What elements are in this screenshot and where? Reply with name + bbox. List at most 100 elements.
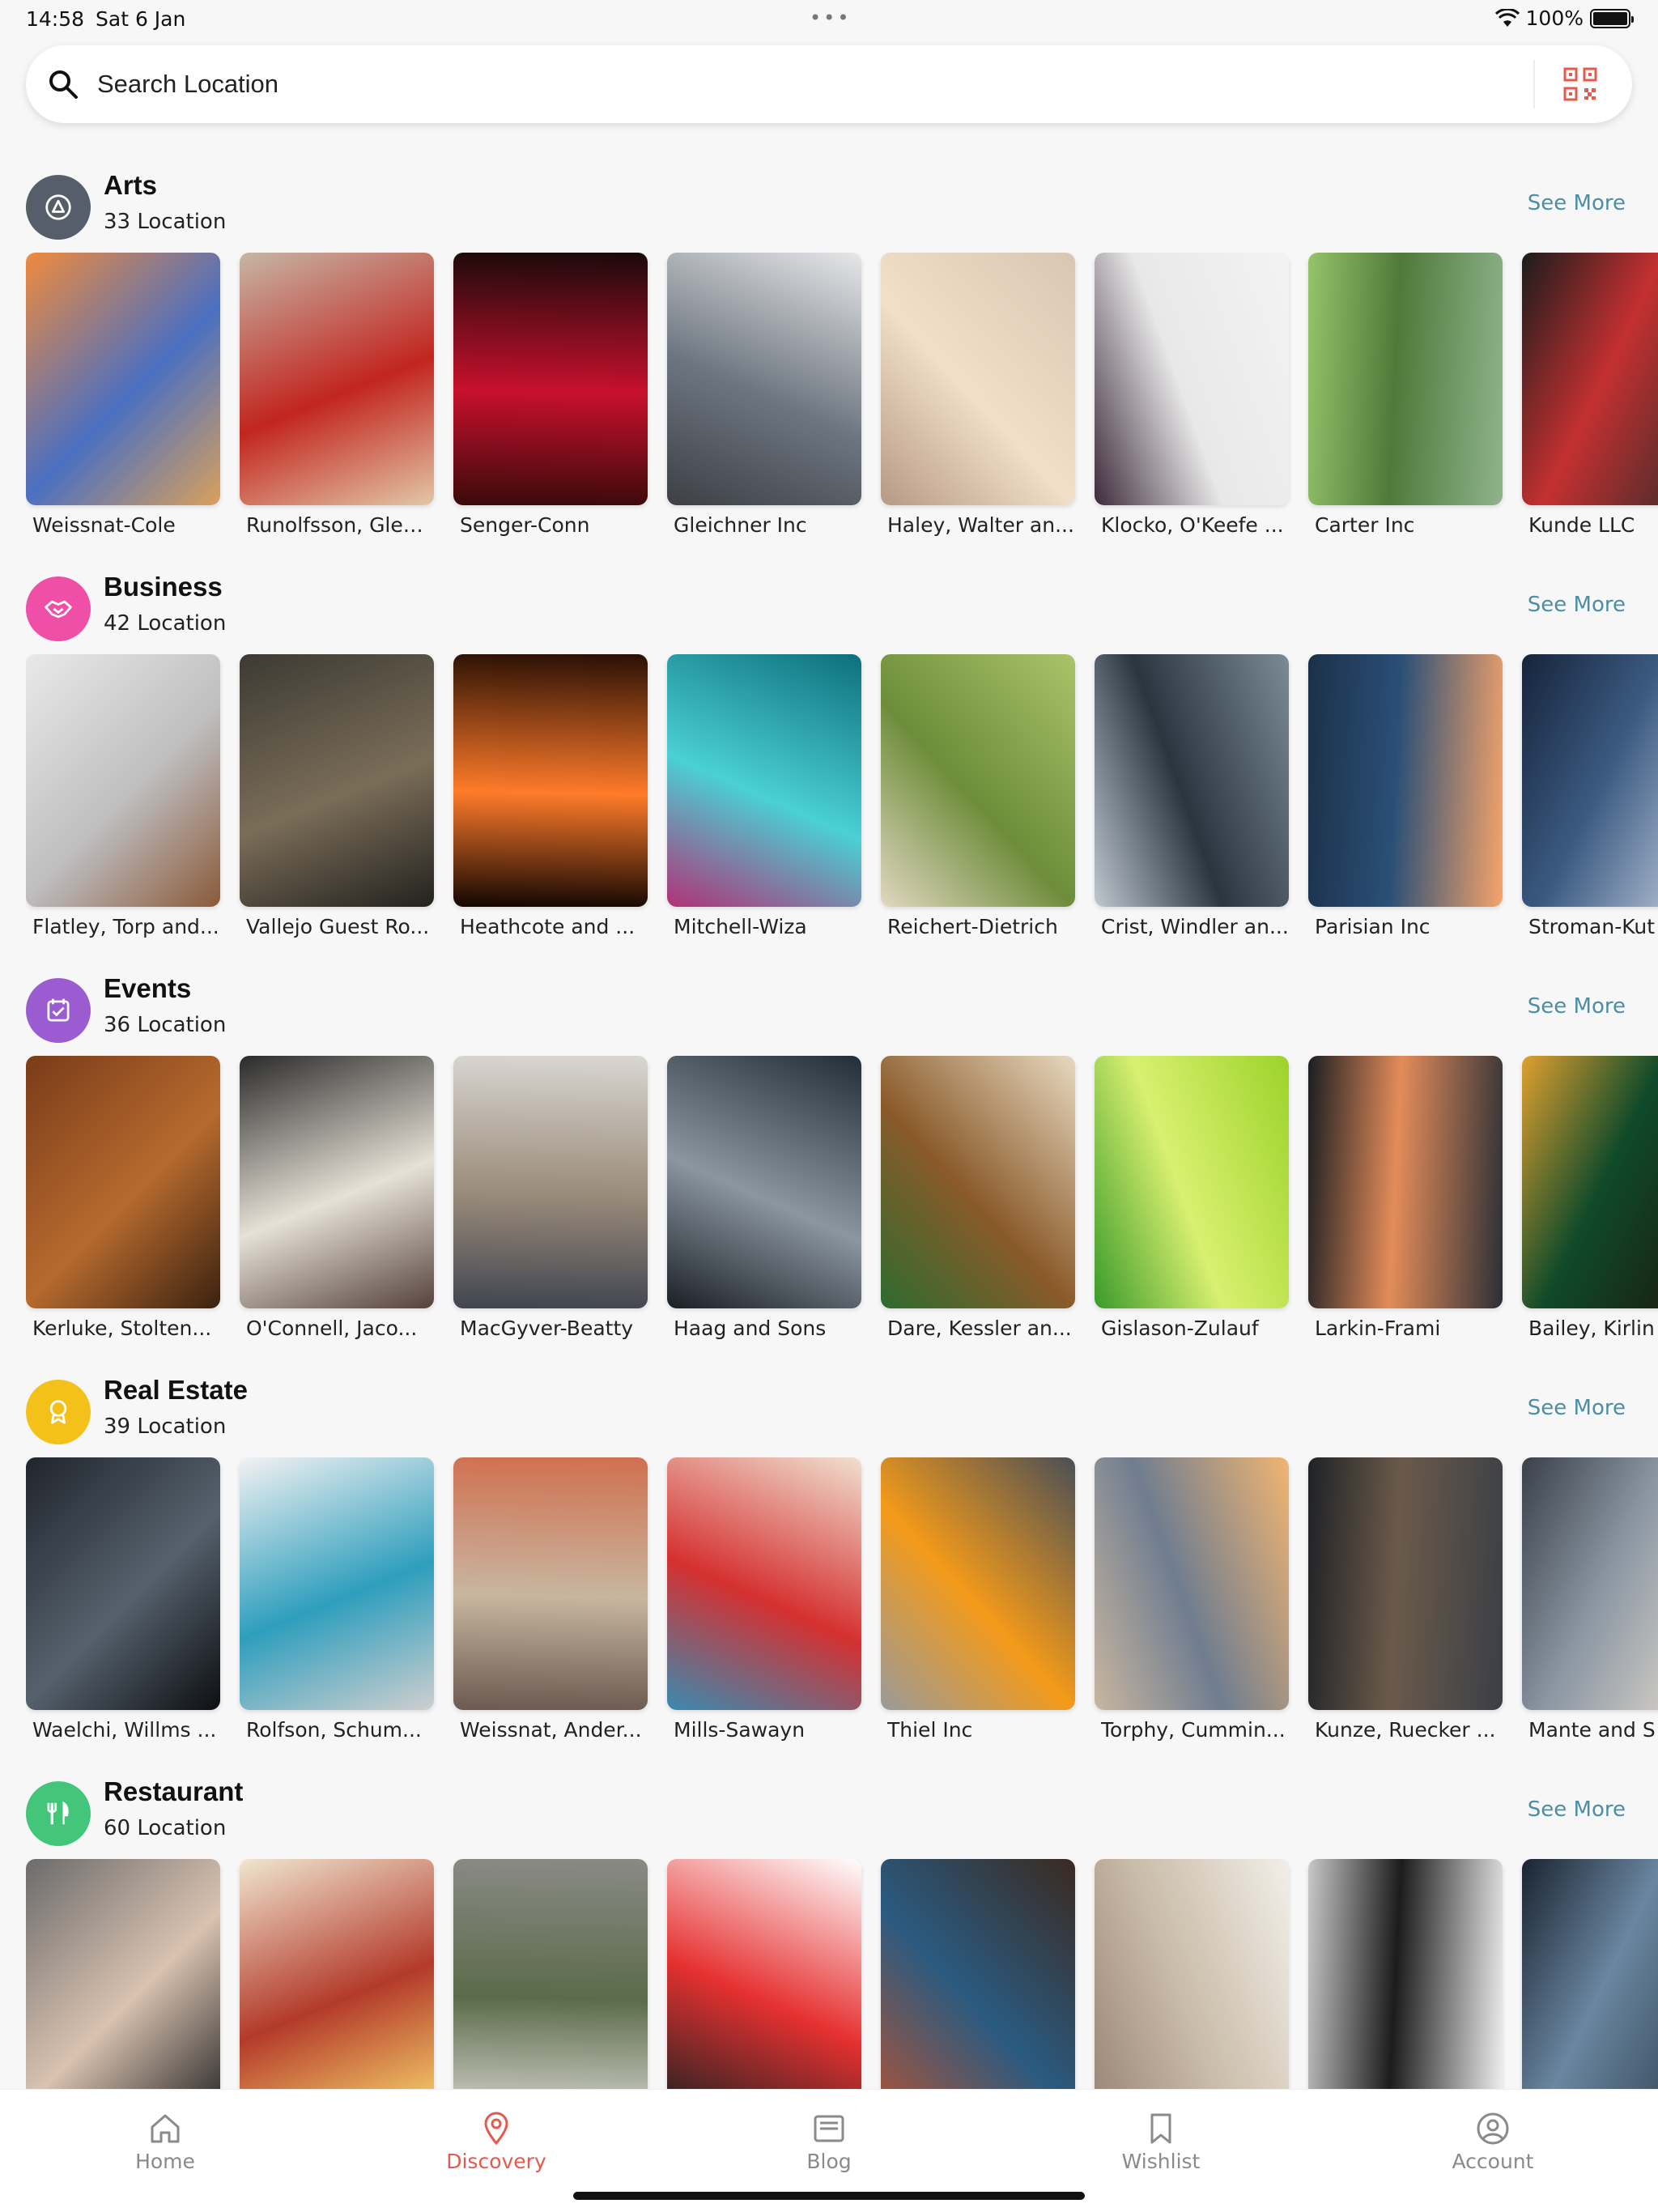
location-row: Waelchi, Willms ... Rolfson, Schum... Weis…	[26, 1457, 1658, 1749]
location-card[interactable]	[1308, 1859, 1503, 2120]
nav-account[interactable]: Account	[1412, 2111, 1574, 2173]
location-image[interactable]	[453, 1056, 648, 1308]
location-image[interactable]	[881, 1457, 1075, 1710]
location-card[interactable]: Gleichner Inc	[667, 253, 861, 537]
location-card[interactable]: Rolfson, Schum...	[240, 1457, 434, 1742]
location-card[interactable]: Haag and Sons	[667, 1056, 861, 1340]
location-card[interactable]: Dare, Kessler an...	[881, 1056, 1075, 1340]
location-card[interactable]: Reichert-Dietrich	[881, 654, 1075, 938]
location-name: Senger-Conn	[460, 513, 590, 537]
nav-wishlist[interactable]: Wishlist	[1080, 2111, 1242, 2173]
location-image[interactable]	[1095, 1457, 1289, 1710]
location-image[interactable]	[240, 253, 434, 505]
location-card[interactable]: Parisian Inc	[1308, 654, 1503, 938]
location-card[interactable]: Waelchi, Willms ...	[26, 1457, 220, 1742]
location-image[interactable]	[667, 253, 861, 505]
location-card[interactable]: Thiel Inc	[881, 1457, 1075, 1742]
arts-icon	[26, 175, 91, 240]
location-card[interactable]: Gislason-Zulauf	[1095, 1056, 1289, 1340]
location-image[interactable]	[1095, 654, 1289, 907]
location-card[interactable]	[1095, 1859, 1289, 2120]
location-image[interactable]	[1308, 1457, 1503, 1710]
location-image[interactable]	[1522, 654, 1658, 907]
location-image[interactable]	[1095, 1859, 1289, 2112]
location-image[interactable]	[667, 1457, 861, 1710]
location-card[interactable]: Heathcote and ...	[453, 654, 648, 938]
nav-blog[interactable]: Blog	[748, 2111, 910, 2173]
location-image[interactable]	[26, 1056, 220, 1308]
location-image[interactable]	[667, 654, 861, 907]
location-card[interactable]: Kunze, Ruecker ...	[1308, 1457, 1503, 1742]
location-card[interactable]: Senger-Conn	[453, 253, 648, 537]
see-more-link[interactable]: See More	[1528, 994, 1626, 1019]
location-card[interactable]	[26, 1859, 220, 2120]
location-card[interactable]: O'Connell, Jaco...	[240, 1056, 434, 1340]
location-image[interactable]	[1522, 1056, 1658, 1308]
see-more-link[interactable]: See More	[1528, 1797, 1626, 1822]
location-image[interactable]	[240, 1056, 434, 1308]
location-name: O'Connell, Jaco...	[246, 1317, 418, 1340]
location-image[interactable]	[881, 253, 1075, 505]
location-card[interactable]: Mante and S	[1522, 1457, 1658, 1742]
location-image[interactable]	[453, 1457, 648, 1710]
location-image[interactable]	[1095, 253, 1289, 505]
location-card[interactable]: Mitchell-Wiza	[667, 654, 861, 938]
location-card[interactable]: Crist, Windler an...	[1095, 654, 1289, 938]
see-more-link[interactable]: See More	[1528, 1396, 1626, 1420]
location-image[interactable]	[26, 1457, 220, 1710]
location-image[interactable]	[453, 654, 648, 907]
location-card[interactable]: Klocko, O'Keefe ...	[1095, 253, 1289, 537]
location-card[interactable]	[240, 1859, 434, 2120]
location-card[interactable]: Runolfsson, Glea...	[240, 253, 434, 537]
location-image[interactable]	[26, 253, 220, 505]
location-image[interactable]	[881, 1056, 1075, 1308]
location-image[interactable]	[1095, 1056, 1289, 1308]
location-card[interactable]	[1522, 1859, 1658, 2120]
location-image[interactable]	[240, 654, 434, 907]
location-card[interactable]: Bailey, Kirlin	[1522, 1056, 1658, 1340]
location-image[interactable]	[667, 1859, 861, 2112]
search-bar[interactable]	[26, 45, 1632, 123]
location-card[interactable]: MacGyver-Beatty	[453, 1056, 648, 1340]
location-card[interactable]: Torphy, Cummin...	[1095, 1457, 1289, 1742]
location-image[interactable]	[1308, 1056, 1503, 1308]
location-card[interactable]: Weissnat, Ander...	[453, 1457, 648, 1742]
location-image[interactable]	[1522, 253, 1658, 505]
location-card[interactable]: Weissnat-Cole	[26, 253, 220, 537]
location-card[interactable]: Flatley, Torp and...	[26, 654, 220, 938]
location-card[interactable]: Stroman-Kut	[1522, 654, 1658, 938]
location-card[interactable]: Vallejo Guest Ro...	[240, 654, 434, 938]
location-card[interactable]: Kerluke, Stolten...	[26, 1056, 220, 1340]
location-card[interactable]: Mills-Sawayn	[667, 1457, 861, 1742]
location-image[interactable]	[26, 654, 220, 907]
location-image[interactable]	[26, 1859, 220, 2112]
see-more-link[interactable]: See More	[1528, 191, 1626, 215]
location-card[interactable]	[453, 1859, 648, 2120]
nav-discovery[interactable]: Discovery	[415, 2111, 577, 2173]
location-image[interactable]	[1308, 253, 1503, 505]
location-image[interactable]	[881, 1859, 1075, 2112]
location-image[interactable]	[1522, 1457, 1658, 1710]
location-card[interactable]: Carter Inc	[1308, 253, 1503, 537]
nav-home[interactable]: Home	[84, 2111, 246, 2173]
see-more-link[interactable]: See More	[1528, 593, 1626, 617]
search-input[interactable]	[97, 63, 1538, 105]
location-image[interactable]	[240, 1859, 434, 2112]
location-card[interactable]: Larkin-Frami	[1308, 1056, 1503, 1340]
location-image[interactable]	[1522, 1859, 1658, 2112]
location-name: Torphy, Cummin...	[1101, 1718, 1286, 1742]
location-card[interactable]: Kunde LLC	[1522, 253, 1658, 537]
location-image[interactable]	[240, 1457, 434, 1710]
location-card[interactable]	[881, 1859, 1075, 2120]
location-image[interactable]	[667, 1056, 861, 1308]
location-image[interactable]	[881, 654, 1075, 907]
location-image[interactable]	[1308, 1859, 1503, 2112]
section-count: 36 Location	[104, 1013, 227, 1037]
location-card[interactable]	[667, 1859, 861, 2120]
location-card[interactable]: Haley, Walter an...	[881, 253, 1075, 537]
multitasking-dots[interactable]: •••	[810, 6, 851, 29]
location-image[interactable]	[453, 1859, 648, 2112]
location-image[interactable]	[453, 253, 648, 505]
qr-code-icon[interactable]	[1562, 66, 1598, 102]
location-image[interactable]	[1308, 654, 1503, 907]
